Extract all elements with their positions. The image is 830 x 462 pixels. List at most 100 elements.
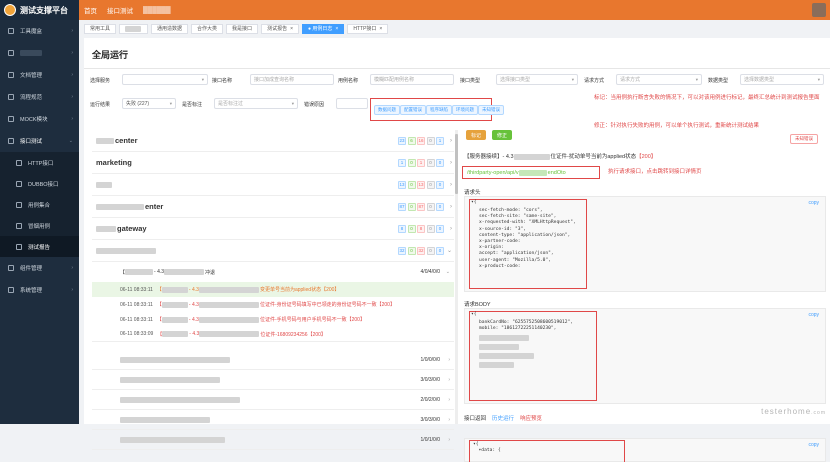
- data-type-select[interactable]: 选择数据类型▾: [740, 74, 824, 85]
- chevron-right-icon: ›: [448, 437, 450, 443]
- tab-api[interactable]: 我是接口: [226, 24, 258, 34]
- chevron-down-icon: ▾: [170, 101, 172, 107]
- result-select[interactable]: 失败 (227)▾: [122, 98, 176, 109]
- sidebar-item-system[interactable]: 系统管理›: [0, 279, 79, 301]
- group-row[interactable]: enter 8708700 ›: [92, 196, 454, 218]
- data-issue-button[interactable]: 数据问题: [374, 105, 400, 115]
- sidebar-item-smoke[interactable]: 冒烟用例: [0, 215, 79, 236]
- component-icon: [8, 265, 14, 271]
- app-logo[interactable]: 测试支撑平台: [0, 0, 79, 20]
- sidebar-item-cases[interactable]: 用例集合: [0, 194, 79, 215]
- tab-tools[interactable]: 常用工具: [84, 24, 116, 34]
- user-avatar[interactable]: [812, 3, 826, 17]
- mark-button[interactable]: 标记: [466, 130, 486, 140]
- chevron-right-icon: ›: [71, 72, 73, 78]
- scroll-thumb[interactable]: [455, 134, 458, 194]
- error-type-select[interactable]: [336, 98, 368, 109]
- env-issue-button[interactable]: 环境问题: [452, 105, 478, 115]
- api-group-row[interactable]: 3/0/3/0/0›: [92, 410, 454, 430]
- tab-report[interactable]: 测试报告×: [261, 24, 299, 34]
- group-counts: 3203200: [397, 247, 445, 255]
- chevron-down-icon: ▾: [696, 77, 698, 83]
- sidebar-item-report[interactable]: 测试报告: [0, 236, 79, 257]
- chevron-right-icon: ›: [71, 50, 73, 56]
- redacted-block: [479, 335, 539, 375]
- body-lines: bankCardNo: "6255752508600519012",mobile…: [479, 320, 573, 332]
- group-row[interactable]: marketing 10100 ›: [92, 152, 454, 174]
- chevron-right-icon: ›: [71, 116, 73, 122]
- sidebar-item-toolbox[interactable]: 工具魔盒›: [0, 20, 79, 42]
- chevron-right-icon: ›: [450, 226, 452, 232]
- copy-button[interactable]: copy: [808, 312, 819, 318]
- req-method-label: 请求方式: [584, 77, 604, 84]
- headers-code: ▾{: [471, 200, 477, 206]
- chevron-right-icon: ›: [71, 287, 73, 293]
- api-group-row[interactable]: 1/0/1/0/0›: [92, 430, 454, 450]
- headers-lines: sec-fetch-mode: "cors",sec-fetch-site: "…: [479, 208, 576, 270]
- sidebar-item-docs[interactable]: 文档管理›: [0, 64, 79, 86]
- settings-icon: [8, 287, 14, 293]
- sidebar-item-api-test[interactable]: 接口测试⌄: [0, 130, 79, 152]
- topnav-home[interactable]: 首页: [84, 5, 97, 15]
- service-select[interactable]: ▾: [122, 74, 208, 85]
- tab-api-response[interactable]: 接口返回: [464, 414, 486, 422]
- api-group-row[interactable]: 2/0/2/0/0›: [92, 390, 454, 410]
- api-type-select[interactable]: 选择接口类型▾: [496, 74, 578, 85]
- fix-button[interactable]: 修正: [492, 130, 512, 140]
- mark-select[interactable]: 是否标注过▾: [214, 98, 298, 109]
- chevron-right-icon: ›: [450, 182, 452, 188]
- case-row[interactable]: 06-11 08:33:09【- 4.3位证件-16809234256【200】: [92, 327, 454, 342]
- group-row[interactable]: gateway 80800 ›: [92, 218, 454, 240]
- tab-cooperation[interactable]: 合作大类: [191, 24, 223, 34]
- api-url-link[interactable]: /thirdparty-open/api/vendOto: [462, 166, 600, 179]
- close-icon[interactable]: ×: [290, 26, 293, 32]
- group-row[interactable]: 3203200 ⌄: [92, 240, 454, 262]
- api-group-header[interactable]: 【- 4.3冲退 4/0/4/0/0 ⌄: [92, 262, 454, 282]
- sidebar-item-components[interactable]: 组件管理›: [0, 257, 79, 279]
- chevron-right-icon: ›: [450, 204, 452, 210]
- group-counts: 2361601: [397, 137, 445, 145]
- sidebar-item-dubbo[interactable]: DUBBO接口: [0, 173, 79, 194]
- list-scrollbar[interactable]: [455, 130, 458, 424]
- report-icon: [16, 244, 22, 250]
- group-row[interactable]: 1301300 ›: [92, 174, 454, 196]
- sidebar-item-process[interactable]: 流程规范›: [0, 86, 79, 108]
- api-group-row[interactable]: 1/0/0/0/0›: [92, 350, 454, 370]
- unknown-error-button[interactable]: 未知错误: [478, 105, 504, 115]
- close-icon[interactable]: ×: [379, 26, 382, 32]
- dubbo-icon: [16, 181, 22, 187]
- case-row[interactable]: 06-11 08:33:11【- 4.3位证件-身份证号码填写中已领走的身份证号…: [92, 297, 454, 312]
- close-icon[interactable]: ×: [335, 26, 338, 32]
- topnav-api-test[interactable]: 接口测试: [107, 5, 133, 15]
- chevron-right-icon: ›: [448, 397, 450, 403]
- sidebar-submenu: HTTP接口 DUBBO接口 用例集合 冒烟用例 测试报告: [0, 152, 79, 257]
- tab-http[interactable]: HTTP接口×: [347, 24, 388, 34]
- chevron-down-icon: ▾: [818, 77, 820, 83]
- tab-history[interactable]: 历史运行: [492, 414, 514, 422]
- api-group-row[interactable]: 3/0/3/0/0›: [92, 370, 454, 390]
- api-name-input[interactable]: 接口加成查询名称: [250, 74, 334, 85]
- tab-redacted[interactable]: [119, 24, 148, 34]
- tab-data-gen[interactable]: 通用造数据: [151, 24, 188, 34]
- tab-case-log[interactable]: ● 用例日志×: [302, 24, 344, 34]
- group-name: [92, 180, 113, 189]
- exec-annotation: 执行请求接口，点击跳转到接口详情页: [608, 168, 702, 176]
- body-code: ▾{: [471, 312, 477, 318]
- headers-label: 请求头: [464, 188, 481, 196]
- case-row[interactable]: 06-11 08:33:11【- 4.3变更单号当前为applied状态【200…: [92, 282, 454, 297]
- case-detail-panel: 标记 修正 【服务器接续】- 4.3位证件-扰动单号当前为applied状态【2…: [462, 130, 830, 424]
- api-group-count: 4/0/4/0/0: [421, 269, 440, 275]
- sidebar-item-mock[interactable]: MOCK模块›: [0, 108, 79, 130]
- config-error-button[interactable]: 配置错误: [400, 105, 426, 115]
- case-row[interactable]: 06-11 08:33:11【- 4.3位证件-手机号码与用户手机号码不一致【2…: [92, 312, 454, 327]
- sidebar-item-redacted[interactable]: ›: [0, 42, 79, 64]
- chevron-down-icon: ⌄: [446, 269, 450, 275]
- copy-button[interactable]: copy: [808, 442, 819, 448]
- group-row[interactable]: center 2361601 ›: [92, 130, 454, 152]
- program-bug-button[interactable]: 程序缺陷: [426, 105, 452, 115]
- tab-preview[interactable]: 响应预览: [520, 414, 542, 422]
- case-name-input[interactable]: 模糊匹配用例名称: [370, 74, 454, 85]
- req-method-select[interactable]: 请求方式▾: [616, 74, 702, 85]
- sidebar-item-http[interactable]: HTTP接口: [0, 152, 79, 173]
- copy-button[interactable]: copy: [808, 200, 819, 206]
